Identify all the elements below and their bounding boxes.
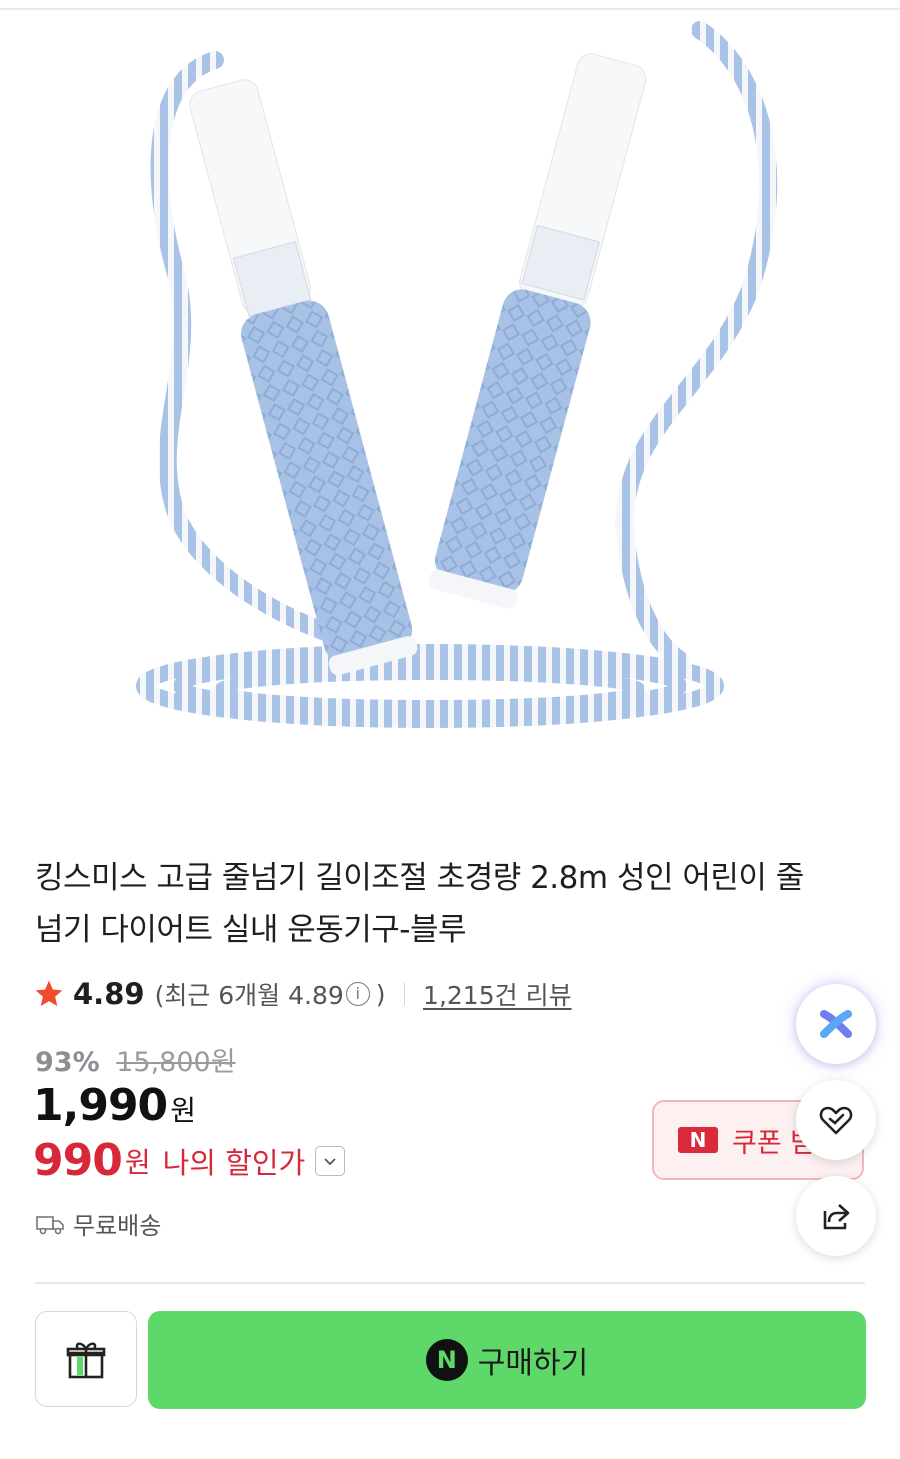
sale-price: 1,990 [33,1080,168,1131]
like-button[interactable] [796,1080,876,1160]
my-discount-price-unit: 원 [124,1145,151,1179]
naver-logo-icon: N [678,1127,718,1153]
star-icon [35,980,63,1006]
price-row: 1,990 원 [33,1080,196,1131]
gift-button[interactable] [35,1311,137,1407]
discount-row: 93% 15,800원 [35,1040,236,1079]
ai-assistant-button[interactable] [796,984,876,1064]
bottom-divider [35,1282,865,1284]
product-image[interactable] [0,10,900,810]
share-icon [823,1204,850,1230]
gift-icon [66,1342,106,1379]
recent-rating-close: ) [375,979,386,1009]
rating-score: 4.89 [73,977,145,1011]
shipping-row: 무료배송 [35,1206,161,1241]
sale-price-unit: 원 [170,1094,196,1127]
recent-rating: (최근 6개월 4.89 [154,981,344,1010]
my-price-row: 990 원 나의 할인가 [33,1135,346,1186]
review-count-link[interactable]: 1,215건 리뷰 [423,976,572,1012]
info-icon[interactable]: i [345,982,370,1006]
rating-row: 4.89 (최근 6개월 4.89 i ) 1,215건 리뷰 [33,976,572,1012]
sparkle-icon [820,1010,852,1038]
naver-pay-icon: N [425,1339,468,1381]
heart-check-icon [819,1106,853,1135]
original-price: 15,800원 [116,1047,236,1078]
my-discount-price: 990 [33,1135,123,1186]
discount-rate: 93% [35,1047,100,1078]
product-title: 킹스미스 고급 줄넘기 길이조절 초경량 2.8m 성인 어린이 줄넘기 다이어… [35,860,804,948]
my-price-dropdown-button[interactable] [315,1145,346,1176]
buy-label: 구매하기 [477,1346,589,1381]
chevron-down-icon [324,1157,336,1165]
share-button[interactable] [796,1176,876,1256]
truck-icon [36,1215,64,1234]
buy-button[interactable]: N 구매하기 [148,1311,866,1409]
my-discount-label: 나의 할인가 [162,1145,306,1180]
rating-divider [403,983,406,1005]
free-shipping-label: 무료배송 [73,1212,162,1240]
